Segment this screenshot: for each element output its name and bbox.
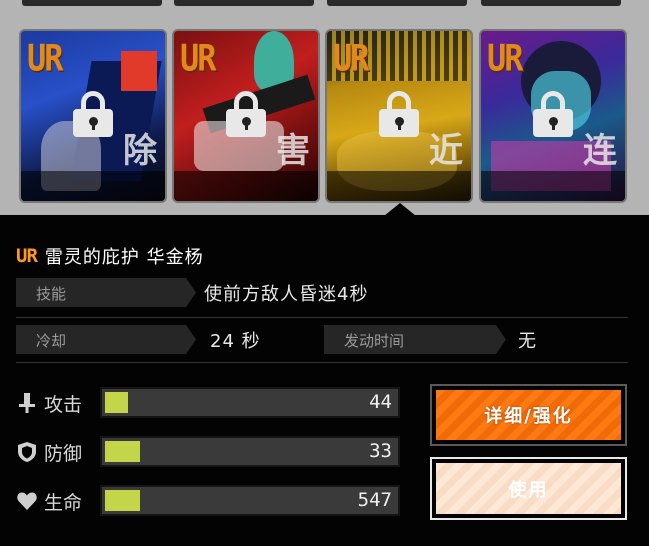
rarity-badge: UR	[487, 36, 524, 80]
stat-bar-fill	[105, 490, 140, 511]
stat-value-attack: 44	[369, 391, 392, 413]
activation-value: 无	[518, 331, 537, 352]
card-edge	[327, 0, 467, 6]
card-name-band	[21, 171, 165, 201]
detail-enhance-button[interactable]: 详细/强化	[430, 384, 627, 446]
detail-enhance-label: 详细/强化	[436, 390, 621, 440]
skill-description: 使前方敌人昏迷4秒	[204, 284, 369, 305]
card-slot-2[interactable]: UR 害	[174, 31, 318, 201]
stat-bar-attack: 44	[100, 387, 400, 418]
card-edge	[481, 0, 621, 6]
cooldown-label: 冷却	[36, 332, 67, 350]
card-name: 雷灵的庇护 华金杨	[44, 247, 204, 268]
heart-icon	[17, 492, 37, 510]
card-title: UR 雷灵的庇护 华金杨	[16, 244, 204, 268]
selection-pointer	[384, 203, 416, 216]
use-label: 使用	[436, 463, 621, 514]
card-kanji: 连	[583, 131, 617, 171]
stat-value-hp: 547	[357, 489, 392, 511]
title-rarity: UR	[16, 245, 38, 267]
cooldown-value: 24 秒	[210, 331, 261, 352]
card-grid: UR 除 UR 害 UR 近 UR 连	[0, 0, 649, 215]
card-kanji: 害	[276, 131, 310, 171]
card-slot-1[interactable]: UR 除	[21, 31, 165, 201]
stat-bar-hp: 547	[100, 485, 400, 516]
skill-label: 技能	[36, 285, 67, 303]
stat-bar-fill	[105, 392, 128, 413]
previous-card-row	[0, 0, 649, 8]
lock-icon	[533, 91, 573, 137]
activation-label-box: 发动时间	[324, 325, 506, 354]
use-button[interactable]: 使用	[430, 457, 627, 520]
card-kanji: 近	[429, 131, 463, 171]
card-name-band	[174, 171, 318, 201]
lock-icon	[226, 91, 266, 137]
card-name-band	[327, 171, 471, 201]
shield-icon	[18, 442, 36, 462]
cooldown-label-box: 冷却	[16, 325, 196, 354]
divider	[16, 362, 628, 363]
skill-label-box: 技能	[16, 278, 196, 307]
rarity-badge: UR	[27, 36, 64, 80]
card-slot-3[interactable]: UR 近	[327, 31, 471, 201]
lock-icon	[379, 91, 419, 137]
stat-bar-defense: 33	[100, 436, 400, 467]
stat-bar-fill	[105, 441, 140, 462]
card-edge	[22, 0, 162, 6]
stat-label-defense: 防御	[44, 443, 83, 465]
stat-label-hp: 生命	[44, 492, 83, 514]
lock-icon	[73, 91, 113, 137]
rarity-badge: UR	[180, 36, 217, 80]
card-kanji: 除	[123, 131, 157, 171]
stat-value-defense: 33	[369, 440, 392, 462]
stat-label-attack: 攻击	[44, 394, 83, 416]
card-slot-4[interactable]: UR 连	[481, 31, 625, 201]
rarity-badge: UR	[333, 36, 370, 80]
sword-icon	[19, 393, 35, 413]
card-edge	[174, 0, 314, 6]
activation-label: 发动时间	[344, 332, 405, 350]
card-name-band	[481, 171, 625, 201]
divider	[16, 317, 628, 318]
